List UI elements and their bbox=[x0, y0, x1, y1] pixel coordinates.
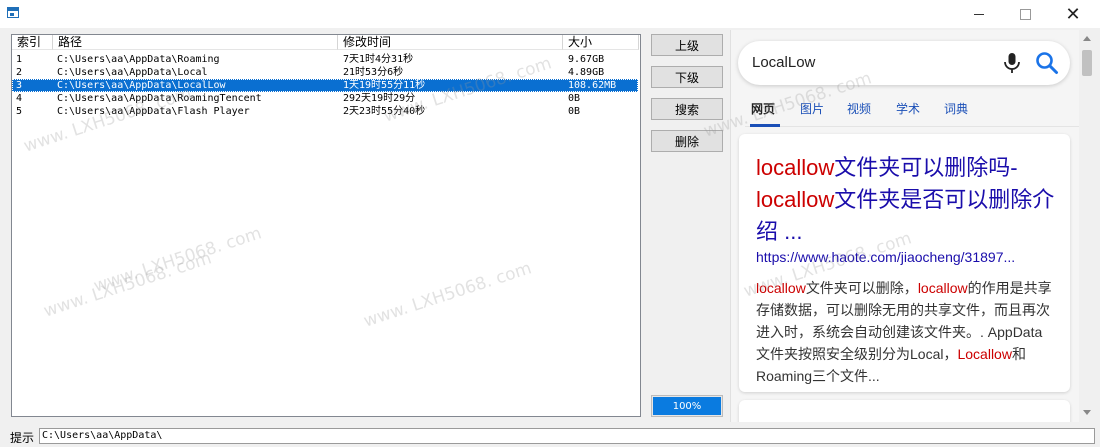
delete-button[interactable]: 删除 bbox=[651, 130, 723, 152]
cell-path: C:\Users\aa\AppData\Local bbox=[57, 67, 208, 78]
file-list[interactable]: 索引 路径 修改时间 大小 1 C:\Users\aa\AppData\Roam… bbox=[11, 34, 641, 417]
tab-videos[interactable]: 视频 bbox=[847, 100, 871, 117]
minimize-button[interactable] bbox=[956, 0, 1002, 28]
search-result-card bbox=[739, 400, 1070, 422]
cell-path: C:\Users\aa\AppData\LocalLow bbox=[57, 80, 226, 91]
microphone-icon[interactable] bbox=[1000, 51, 1024, 75]
table-row-selected[interactable]: 3 C:\Users\aa\AppData\LocalLow 1天19时55分1… bbox=[12, 79, 638, 92]
search-icon[interactable] bbox=[1034, 50, 1060, 76]
cell-size: 108.62MB bbox=[568, 80, 617, 91]
search-input[interactable]: LocalLow bbox=[752, 54, 815, 71]
status-label: 提示 bbox=[10, 431, 35, 445]
cell-size: 9.67GB bbox=[568, 54, 605, 65]
search-box[interactable]: LocalLow bbox=[738, 41, 1070, 85]
minimize-icon bbox=[974, 13, 984, 15]
cell-modified: 1天19时55分11秒 bbox=[343, 80, 426, 91]
cell-path: C:\Users\aa\AppData\RoamingTencent bbox=[57, 93, 262, 104]
close-icon: ✕ bbox=[1065, 3, 1081, 25]
cell-modified: 2天23时55分40秒 bbox=[343, 106, 426, 117]
tab-web[interactable]: 网页 bbox=[751, 100, 775, 117]
cell-path: C:\Users\aa\AppData\Flash Player bbox=[57, 106, 250, 117]
cell-size: 0B bbox=[568, 106, 581, 117]
table-row[interactable]: 1 C:\Users\aa\AppData\Roaming 7天1时4分31秒 … bbox=[12, 53, 638, 66]
cell-path: C:\Users\aa\AppData\Roaming bbox=[57, 54, 220, 65]
tab-divider bbox=[745, 126, 1081, 127]
maximize-button[interactable] bbox=[1002, 0, 1048, 28]
down-button[interactable]: 下级 bbox=[651, 66, 723, 88]
scroll-thumb[interactable] bbox=[1082, 50, 1092, 76]
column-header-index[interactable]: 索引 bbox=[12, 35, 53, 50]
result-snippet: locallow文件夹可以删除，locallow的作用是共享存储数据，可以删除无… bbox=[756, 280, 1052, 384]
title-bar: ✕ bbox=[0, 0, 1100, 28]
tab-images[interactable]: 图片 bbox=[800, 100, 824, 117]
maximize-icon bbox=[1019, 8, 1031, 20]
table-row[interactable]: 2 C:\Users\aa\AppData\Local 21时53分6秒 4.8… bbox=[12, 66, 638, 79]
active-tab-indicator bbox=[750, 124, 780, 127]
cell-modified: 21时53分6秒 bbox=[343, 67, 404, 78]
status-bar: 提示 C:\Users\aa\AppData\ bbox=[0, 426, 1100, 447]
search-button[interactable]: 搜索 bbox=[651, 98, 723, 120]
cell-index: 4 bbox=[16, 93, 23, 104]
column-header-modified[interactable]: 修改时间 bbox=[338, 35, 563, 50]
scroll-up-icon[interactable] bbox=[1083, 36, 1091, 41]
cell-index: 2 bbox=[16, 67, 23, 78]
browser-scrollbar[interactable] bbox=[1079, 30, 1095, 422]
search-result-card: locallow文件夹可以删除吗-locallow文件夹是否可以删除介绍 ...… bbox=[739, 134, 1070, 392]
cell-index: 3 bbox=[16, 80, 23, 91]
progress-label: 100% bbox=[672, 400, 702, 412]
scroll-down-icon[interactable] bbox=[1083, 410, 1091, 415]
cell-modified: 292天19时29分 bbox=[343, 93, 416, 104]
tab-academic[interactable]: 学术 bbox=[896, 100, 920, 117]
result-title-link[interactable]: locallow文件夹可以删除吗-locallow文件夹是否可以删除介绍 ... bbox=[756, 152, 1056, 248]
list-header: 索引 路径 修改时间 大小 bbox=[12, 35, 640, 51]
status-path-field: C:\Users\aa\AppData\ bbox=[39, 428, 1095, 444]
search-browser-pane: LocalLow 网页 图片 视频 学术 词典 locallow文件夹可以删除吗… bbox=[730, 30, 1095, 422]
close-button[interactable]: ✕ bbox=[1050, 0, 1096, 28]
progress-bar: 100% bbox=[651, 395, 723, 417]
cell-size: 0B bbox=[568, 93, 581, 104]
app-icon bbox=[7, 7, 19, 18]
column-header-size[interactable]: 大小 bbox=[563, 35, 639, 50]
cell-index: 5 bbox=[16, 106, 23, 117]
up-button[interactable]: 上级 bbox=[651, 34, 723, 56]
column-header-path[interactable]: 路径 bbox=[53, 35, 338, 50]
cell-size: 4.89GB bbox=[568, 67, 605, 78]
tab-dictionary[interactable]: 词典 bbox=[944, 100, 968, 117]
result-url[interactable]: https://www.haote.com/jiaocheng/31897... bbox=[756, 249, 1054, 265]
table-row[interactable]: 4 C:\Users\aa\AppData\RoamingTencent 292… bbox=[12, 92, 638, 105]
cell-index: 1 bbox=[16, 54, 23, 65]
cell-modified: 7天1时4分31秒 bbox=[343, 54, 414, 65]
table-row[interactable]: 5 C:\Users\aa\AppData\Flash Player 2天23时… bbox=[12, 105, 638, 118]
